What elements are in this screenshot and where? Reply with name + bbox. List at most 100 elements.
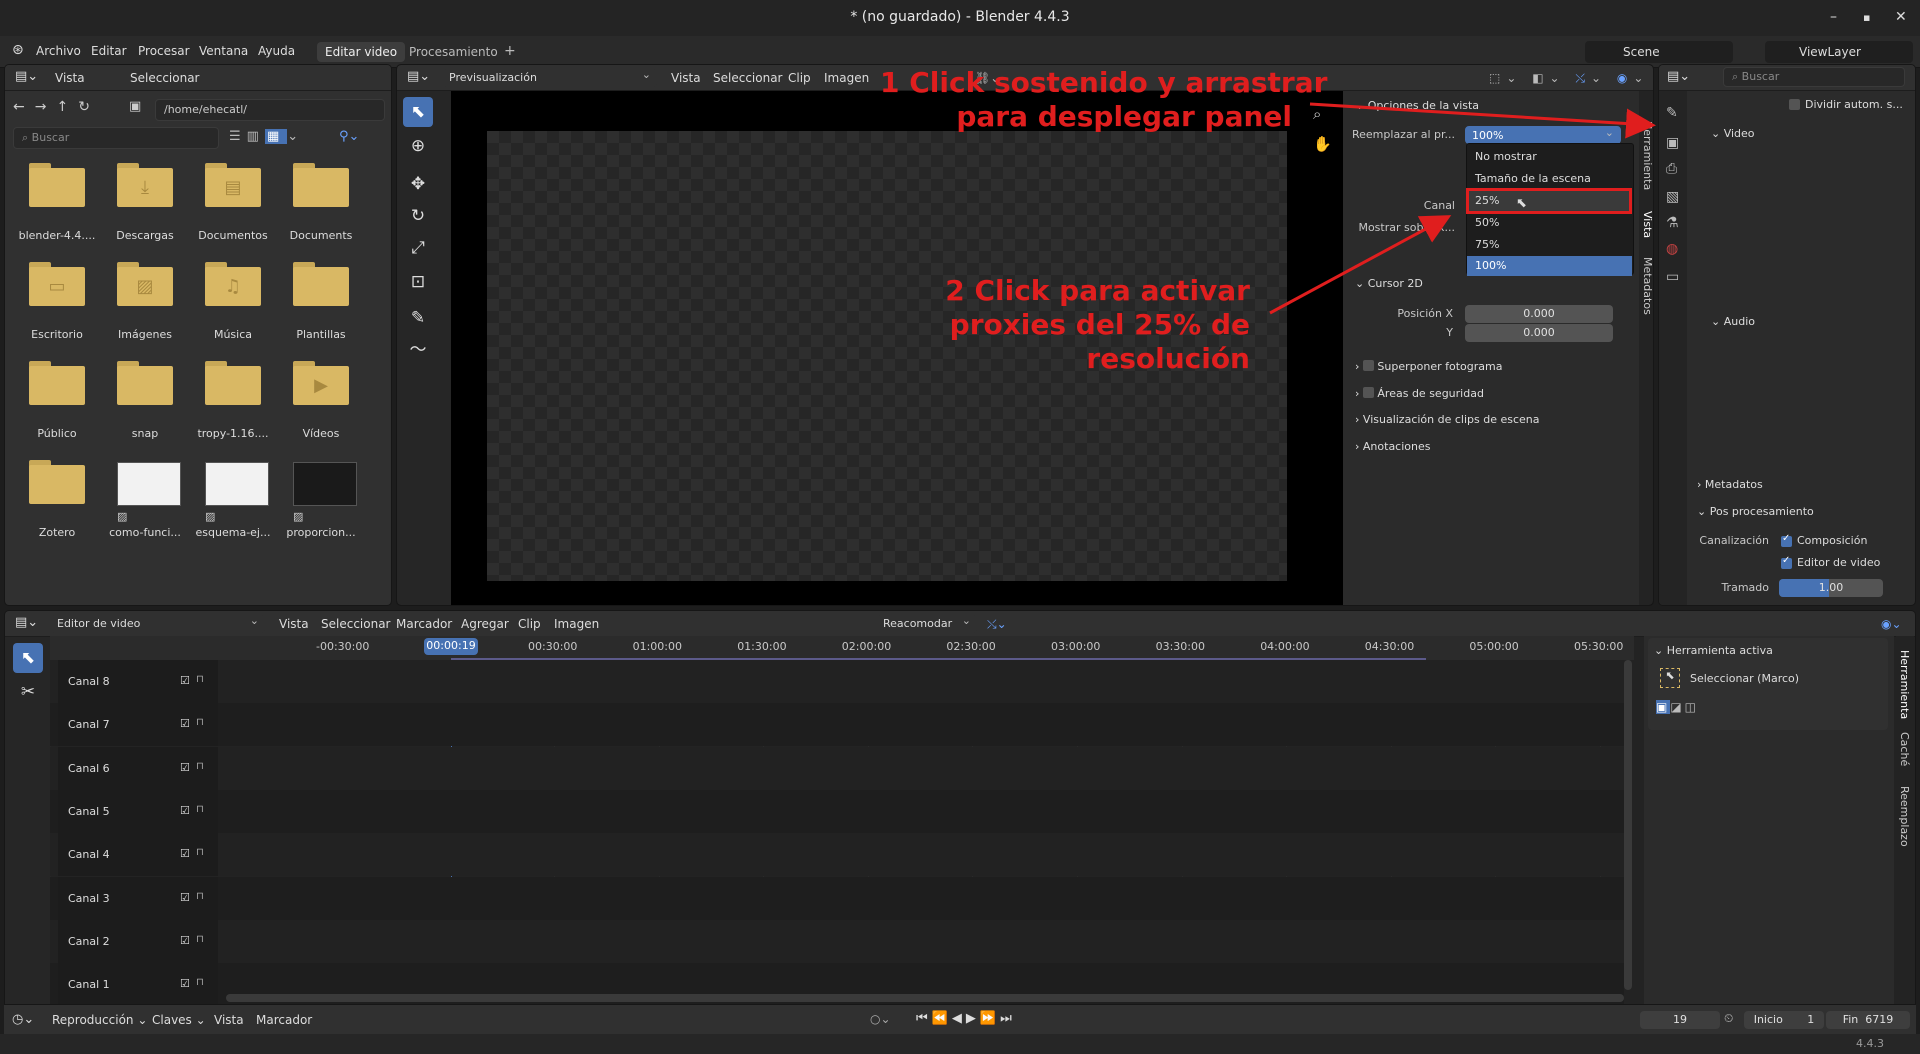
channel-lock-icon[interactable]: ⊓ (196, 674, 204, 685)
time-tick-label: 02:00:00 (841, 640, 892, 653)
time-tick-label: 04:30:00 (1364, 640, 1415, 653)
start-frame-field[interactable]: Inicio 1 (1744, 1011, 1824, 1029)
snap-mode-dropdown[interactable]: Reacomodar (877, 614, 977, 633)
clock-icon[interactable]: ⏲ (1724, 1011, 1733, 1026)
menu-seleccionar[interactable]: Seleccionar (321, 617, 390, 631)
tab-reemplazo[interactable]: Reemplazo (1898, 786, 1911, 847)
record-icon[interactable]: ○⌄ (870, 1012, 891, 1026)
properties-search-input[interactable]: ⌕ Buscar (1723, 67, 1905, 87)
snap-icon[interactable]: ⤯⌄ (987, 617, 1007, 632)
menu-clip[interactable]: Clip (518, 617, 541, 631)
time-tick-label: 01:30:00 (737, 640, 787, 653)
channel-lock-icon[interactable]: ⊓ (196, 804, 204, 815)
collection-tab-icon[interactable]: ▭ (1666, 269, 1679, 285)
current-time-indicator[interactable]: 00:00:19 (424, 638, 478, 655)
selection-mode-icons[interactable]: ▣◪◫ (1656, 700, 1699, 714)
section-audio[interactable]: ⌄ Audio (1711, 315, 1755, 328)
end-label: Fin (1842, 1013, 1859, 1026)
playback-bar: ◷⌄ Reproducción ⌄ Claves ⌄ Vista Marcado… (4, 1004, 1916, 1034)
channel-mute-checkbox[interactable]: ☑ (180, 804, 190, 817)
section-title: Herramienta activa (1666, 644, 1773, 657)
section-video[interactable]: ⌄ Video (1711, 127, 1755, 140)
vertical-scrollbar[interactable] (1624, 660, 1632, 990)
dither-slider[interactable]: 1.00 (1779, 579, 1883, 597)
channel-lock-icon[interactable]: ⊓ (196, 934, 204, 945)
timeline-editor-icon[interactable]: ◷⌄ (12, 1012, 34, 1027)
channel-mute-checkbox[interactable]: ☑ (180, 847, 190, 860)
scene-tab-icon[interactable]: ⚗ (1666, 215, 1679, 231)
menu-marcador[interactable]: Marcador (256, 1013, 312, 1027)
section-title: Video (1723, 127, 1755, 140)
channel-row[interactable] (50, 660, 1624, 703)
overlay-icon[interactable]: ◉⌄ (1881, 617, 1902, 631)
channel-row[interactable] (50, 789, 1624, 833)
channel-label[interactable]: Canal 3 (68, 892, 110, 905)
time-tick-label: 04:00:00 (1260, 640, 1310, 653)
channel-row[interactable] (50, 919, 1624, 963)
select-tool-icon[interactable]: ⬉ (13, 643, 43, 673)
channel-mute-checkbox[interactable]: ☑ (180, 761, 190, 774)
render-tab-icon[interactable]: ▣ (1666, 135, 1679, 151)
tab-herramienta[interactable]: Herramienta (1898, 650, 1911, 719)
editor-type-icon[interactable]: ▤⌄ (15, 615, 38, 630)
tool-tab-icon[interactable]: ✎ (1666, 105, 1678, 121)
menu-imagen[interactable]: Imagen (554, 617, 599, 631)
channel-mute-checkbox[interactable]: ☑ (180, 977, 190, 990)
menu-agregar[interactable]: Agregar (461, 617, 509, 631)
channel-mute-checkbox[interactable]: ☑ (180, 891, 190, 904)
channel-lock-icon[interactable]: ⊓ (196, 761, 204, 772)
horizontal-scrollbar[interactable] (226, 994, 1624, 1002)
autosplit-checkbox[interactable] (1789, 99, 1800, 110)
channel-lock-icon[interactable]: ⊓ (196, 891, 204, 902)
channel-row[interactable] (50, 833, 1624, 877)
channel-label[interactable]: Canal 7 (68, 718, 110, 731)
menu-marcador[interactable]: Marcador (396, 617, 452, 631)
channel-lock-icon[interactable]: ⊓ (196, 847, 204, 858)
blade-tool-icon[interactable]: ✂ (13, 677, 43, 707)
time-tick-label: 03:00:00 (1051, 640, 1101, 653)
section-post[interactable]: ⌄ Pos procesamiento (1697, 505, 1814, 518)
sequencer-sidebar-tabs: Herramienta Caché Reemplazo (1896, 636, 1914, 1008)
view-layer-tab-icon[interactable]: ▧ (1666, 189, 1679, 205)
autosplit-label: Dividir autom. s... (1805, 98, 1903, 111)
channel-label[interactable]: Canal 4 (68, 848, 110, 861)
tab-cache[interactable]: Caché (1898, 732, 1911, 766)
editor-mode-dropdown[interactable]: Editor de video (51, 614, 265, 633)
channel-label[interactable]: Canal 8 (68, 675, 110, 688)
end-frame-field[interactable]: Fin 6719 (1826, 1011, 1910, 1029)
menu-vista[interactable]: Vista (214, 1013, 244, 1027)
current-frame-field[interactable]: 19 (1640, 1011, 1720, 1029)
channel-label[interactable]: Canal 2 (68, 935, 110, 948)
sequencer-toolbar: ⬉ ✂ (5, 637, 51, 1015)
video-editor-checkbox[interactable] (1781, 555, 1792, 569)
time-tick-label: 05:30:00 (1574, 640, 1624, 653)
editor-type-icon[interactable]: ▤⌄ (1667, 69, 1690, 84)
properties-panel: ▤⌄ ⌕ Buscar ✎ ▣ ⎙ ▧ ⚗ ◍ ▭ Dividir autom.… (1658, 64, 1916, 606)
menu-claves[interactable]: Claves ⌄ (152, 1013, 206, 1027)
channel-row[interactable] (50, 703, 1624, 747)
search-placeholder: Buscar (1741, 70, 1780, 83)
channel-row[interactable] (50, 746, 1624, 790)
channel-label[interactable]: Canal 1 (68, 978, 110, 991)
time-tick-label: 03:30:00 (1155, 640, 1205, 653)
channel-label[interactable]: Canal 5 (68, 805, 110, 818)
channel-lock-icon[interactable]: ⊓ (196, 977, 204, 988)
section-active-tool[interactable]: ⌄ Herramienta activa (1654, 644, 1773, 657)
channel-mute-checkbox[interactable]: ☑ (180, 717, 190, 730)
select-box-icon: ⬉ (1660, 668, 1680, 688)
output-tab-icon[interactable]: ⎙ (1666, 161, 1677, 177)
menu-vista[interactable]: Vista (279, 617, 309, 631)
channel-lock-icon[interactable]: ⊓ (196, 717, 204, 728)
menu-reproduccion[interactable]: Reproducción ⌄ (52, 1013, 147, 1027)
channel-mute-checkbox[interactable]: ☑ (180, 674, 190, 687)
section-metadata[interactable]: › Metadatos (1697, 478, 1763, 491)
channel-mute-checkbox[interactable]: ☑ (180, 934, 190, 947)
section-title: Audio (1723, 315, 1755, 328)
composition-checkbox[interactable] (1781, 533, 1792, 547)
channel-label[interactable]: Canal 6 (68, 762, 110, 775)
transport-controls[interactable]: ⏮⏪◀▶⏩⏭ (916, 1011, 1016, 1026)
world-tab-icon[interactable]: ◍ (1666, 241, 1678, 257)
time-tick-label: -00:30:00 (316, 640, 370, 653)
channel-row[interactable] (50, 876, 1624, 920)
arrow-to-option (1269, 215, 1452, 315)
